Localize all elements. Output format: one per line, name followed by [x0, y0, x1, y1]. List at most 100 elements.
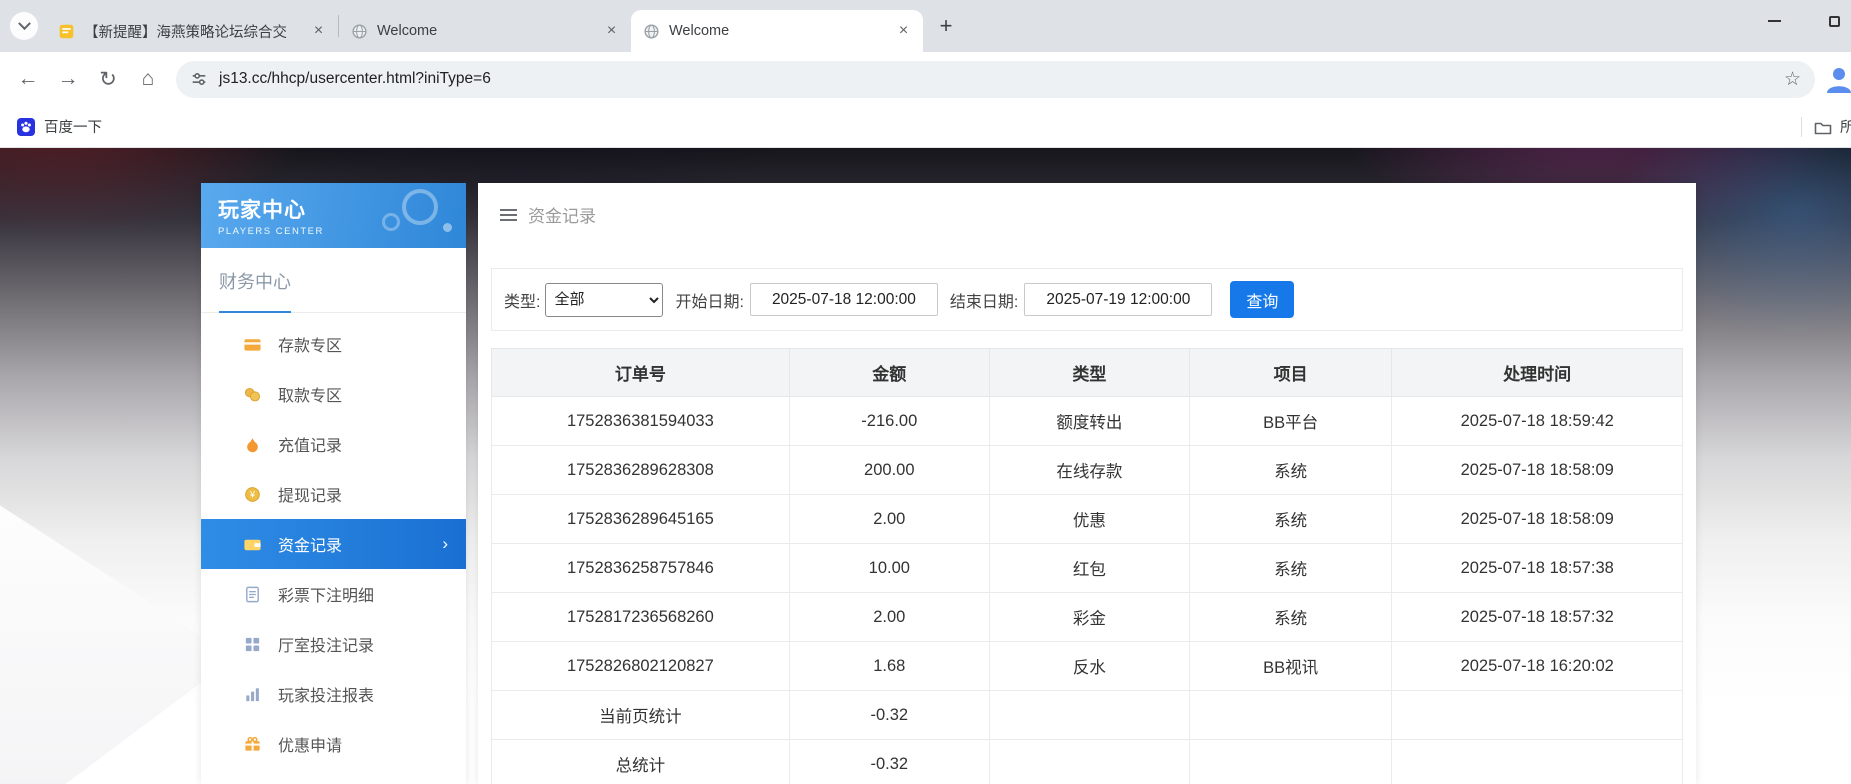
maximize-button[interactable]: [1819, 6, 1849, 36]
hall-bet-grid-icon: [243, 635, 262, 654]
start-date-input[interactable]: [750, 283, 938, 316]
table-row: 1752836381594033-216.00额度转出BB平台2025-07-1…: [492, 397, 1683, 446]
table-cell: [989, 691, 1189, 740]
table-cell: 10.00: [789, 544, 989, 593]
column-header: 项目: [1189, 349, 1391, 397]
sidebar-header: 玩家中心 PLAYERS CENTER: [201, 183, 466, 248]
table-row: 总统计-0.32: [492, 740, 1683, 784]
tab-close-icon[interactable]: ×: [894, 22, 913, 41]
table-cell: 1.68: [789, 642, 989, 691]
bookmark-label: 百度一下: [44, 116, 102, 137]
bookmark-baidu[interactable]: 百度一下: [16, 116, 102, 137]
sidebar-item-funds-records[interactable]: 资金记录 ›: [201, 519, 466, 569]
decor-circle-icon: [443, 223, 452, 232]
table-row: 当前页统计-0.32: [492, 691, 1683, 740]
table-cell: 优惠: [989, 495, 1189, 544]
withdraw-coins-icon: [243, 385, 262, 404]
sidebar-item-label: 玩家投注报表: [278, 682, 374, 706]
site-settings-icon: [190, 70, 208, 88]
sidebar-item-label: 存款专区: [278, 332, 342, 356]
sidebar-item-label: 优惠申请: [278, 732, 342, 756]
table-cell: 彩金: [989, 593, 1189, 642]
table-cell: 系统: [1189, 544, 1391, 593]
table-cell: 2.00: [789, 495, 989, 544]
table-cell: -0.32: [789, 691, 989, 740]
baidu-favicon-icon: [16, 117, 36, 137]
sidebar-item-promo-apply[interactable]: 优惠申请: [201, 719, 466, 769]
search-button[interactable]: 查询: [1230, 281, 1294, 318]
promo-gift-icon: [243, 735, 262, 754]
end-date-input[interactable]: [1024, 283, 1212, 316]
tab-close-icon[interactable]: ×: [309, 22, 328, 41]
svg-text:¥: ¥: [249, 489, 256, 499]
bookmark-star-icon[interactable]: ☆: [1784, 68, 1801, 91]
table-cell: 2025-07-18 18:58:09: [1392, 495, 1683, 544]
browser-window: 【新提醒】海燕策略论坛综合交 × Welcome × Welcome × + ←…: [0, 0, 1851, 784]
sidebar-item-lottery-bet-details[interactable]: 彩票下注明细: [201, 569, 466, 619]
refresh-button[interactable]: ↻: [88, 59, 128, 99]
table-cell: 2025-07-18 18:57:38: [1392, 544, 1683, 593]
tab-search-button[interactable]: [10, 12, 38, 40]
tab-welcome-1[interactable]: Welcome ×: [339, 10, 631, 52]
bookmarks-divider: [1801, 117, 1802, 137]
table-cell: 系统: [1189, 446, 1391, 495]
column-header: 金额: [789, 349, 989, 397]
page-title: 资金记录: [528, 202, 596, 227]
recharge-bag-icon: [243, 435, 262, 454]
table-cell: -0.32: [789, 740, 989, 784]
table-row: 17528268021208271.68反水BB视讯2025-07-18 16:…: [492, 642, 1683, 691]
forward-button[interactable]: →: [48, 59, 88, 99]
home-button[interactable]: ⌂: [128, 59, 168, 99]
table-cell: [1189, 691, 1391, 740]
table-cell: BB平台: [1189, 397, 1391, 446]
table-cell: [1392, 691, 1683, 740]
tab-title: 【新提醒】海燕策略论坛综合交: [84, 21, 300, 42]
active-item-arrow-icon: ›: [442, 534, 448, 554]
sidebar-item-deposit-zone[interactable]: 存款专区: [201, 319, 466, 369]
sidebar-item-withdraw-zone[interactable]: 取款专区: [201, 369, 466, 419]
table-cell: [1392, 740, 1683, 784]
decor-circle-icon: [382, 213, 400, 231]
sidebar-item-recharge-records[interactable]: 充值记录: [201, 419, 466, 469]
sidebar-item-player-bet-report[interactable]: 玩家投注报表: [201, 669, 466, 719]
globe-favicon-icon: [643, 23, 660, 40]
column-header: 类型: [989, 349, 1189, 397]
tab-forum[interactable]: 【新提醒】海燕策略论坛综合交 ×: [46, 10, 338, 52]
tab-welcome-2-active[interactable]: Welcome ×: [631, 10, 923, 52]
sidebar-menu: 存款专区 取款专区 充值记录 ¥ 提现记录 资金记录 ›: [201, 313, 466, 769]
table-row: 175283625875784610.00红包系统2025-07-18 18:5…: [492, 544, 1683, 593]
type-label: 类型:: [504, 288, 540, 312]
table-cell: 1752826802120827: [492, 642, 790, 691]
table-cell: 200.00: [789, 446, 989, 495]
sidebar-item-label: 厅室投注记录: [278, 632, 374, 656]
sidebar-item-hall-bet-records[interactable]: 厅室投注记录: [201, 619, 466, 669]
background-wedge: [0, 443, 235, 784]
table-cell: 红包: [989, 544, 1189, 593]
page-content: 玩家中心 PLAYERS CENTER 财务中心 存款专区 取款专区: [0, 148, 1851, 784]
player-center-sidebar: 玩家中心 PLAYERS CENTER 财务中心 存款专区 取款专区: [201, 183, 466, 784]
type-select[interactable]: 全部: [545, 283, 663, 317]
bookmarks-bar: 百度一下 所: [0, 106, 1851, 148]
decor-circle-icon: [402, 189, 438, 225]
table-cell: 反水: [989, 642, 1189, 691]
table-cell: [989, 740, 1189, 784]
all-bookmarks-button[interactable]: 所: [1813, 116, 1851, 137]
address-bar[interactable]: js13.cc/hhcp/usercenter.html?iniType=6 ☆: [176, 61, 1815, 98]
tab-bar: 【新提醒】海燕策略论坛综合交 × Welcome × Welcome × +: [0, 0, 1851, 52]
menu-toggle-icon[interactable]: [500, 209, 517, 221]
back-button[interactable]: ←: [8, 59, 48, 99]
table-row: 17528172365682602.00彩金系统2025-07-18 18:57…: [492, 593, 1683, 642]
end-date-label: 结束日期:: [950, 288, 1018, 312]
window-controls: [1759, 6, 1849, 36]
table-cell: 系统: [1189, 495, 1391, 544]
tab-close-icon[interactable]: ×: [602, 22, 621, 41]
profile-avatar-icon[interactable]: [1823, 63, 1851, 95]
minimize-button[interactable]: [1759, 6, 1789, 36]
table-cell: -216.00: [789, 397, 989, 446]
section-label: 财务中心: [219, 272, 291, 292]
minimize-icon: [1768, 20, 1781, 22]
new-tab-button[interactable]: +: [931, 11, 961, 41]
sidebar-item-cashout-records[interactable]: ¥ 提现记录: [201, 469, 466, 519]
forum-favicon-icon: [58, 23, 75, 40]
start-date-label: 开始日期:: [675, 288, 743, 312]
